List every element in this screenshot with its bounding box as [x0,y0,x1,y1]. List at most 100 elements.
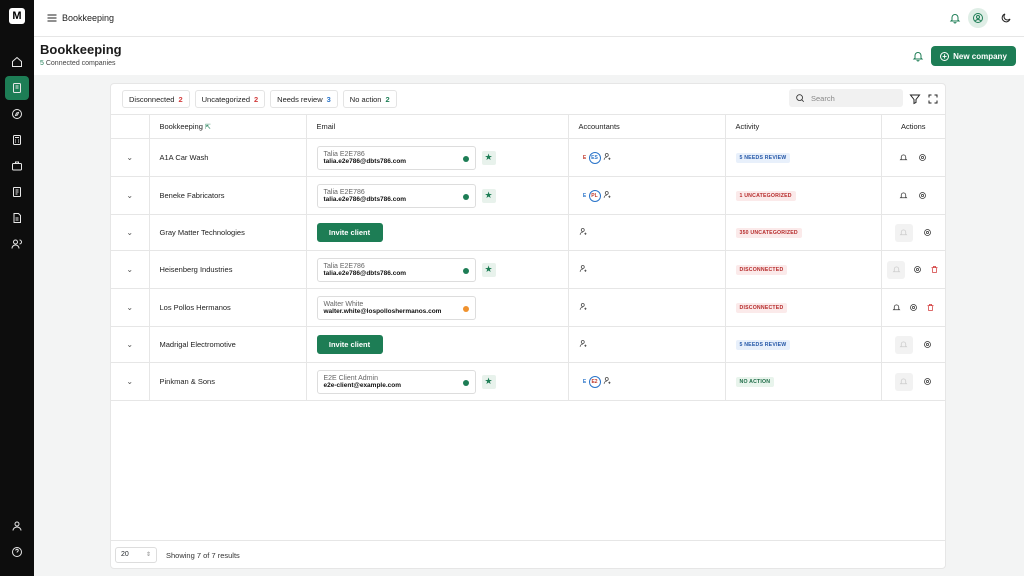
accountant-avatar[interactable]: ES [588,151,601,164]
accountant-avatar[interactable]: E2 [588,375,601,388]
assign-user-icon[interactable] [579,303,588,313]
company-name: Beneke Fabricators [148,176,306,215]
ledger-icon[interactable] [7,182,27,202]
invite-client-button[interactable]: Invite client [316,335,383,354]
table-row[interactable]: ⌄ Gray Matter Technologies Invite client… [111,214,945,251]
activity-badge[interactable]: 1 UNCATEGORIZED [735,191,796,201]
column-header-actions: Actions [880,114,945,139]
assign-user-icon[interactable] [603,190,612,201]
expand-chevron-icon[interactable]: ⌄ [111,250,149,289]
status-dot [462,379,469,386]
fullscreen-expand-icon[interactable] [927,92,939,104]
top-bar: Bookkeeping [34,0,1024,37]
page-size-select[interactable]: 20 ⇕ [115,547,157,563]
assign-user-icon[interactable] [603,152,612,163]
bell-icon[interactable] [899,191,908,200]
user-account-icon[interactable] [968,8,988,28]
home-icon[interactable] [7,52,27,72]
assign-user-icon[interactable] [603,376,612,387]
calculator-icon[interactable] [7,130,27,150]
accountant-avatar[interactable]: PL [588,189,601,202]
assign-user-icon[interactable] [579,228,588,238]
expand-chevron-icon[interactable]: ⌄ [111,176,149,215]
briefcase-icon[interactable] [7,156,27,176]
results-count: Showing 7 of 7 results [166,551,240,560]
connected-label: Connected companies [45,60,116,67]
profile-icon[interactable] [7,516,27,536]
settings-gear-icon[interactable] [923,377,932,386]
star-icon[interactable]: ★ [481,374,496,389]
table-footer: 20 ⇕ Showing 7 of 7 results [111,540,945,570]
client-email-box[interactable]: Talia E2E786 talia.e2e786@dbts786.com [316,257,476,282]
filter-funnel-icon[interactable] [909,92,921,105]
activity-badge[interactable]: 350 UNCATEGORIZED [735,228,802,238]
filter-chip-no-action[interactable]: No action 2 [342,90,397,108]
search-input[interactable]: Search [789,89,903,107]
alerts-bell-icon[interactable] [912,50,924,62]
settings-gear-icon[interactable] [913,265,922,274]
assign-user-icon[interactable] [579,265,588,275]
expand-chevron-icon[interactable]: ⌄ [111,362,149,401]
expand-chevron-icon[interactable]: ⌄ [111,288,149,327]
table-row[interactable]: ⌄ Pinkman & Sons E2E Client Admin e2e-cli… [111,362,945,401]
table-row[interactable]: ⌄ Los Pollos Hermanos Walter White walter… [111,288,945,327]
company-name: Gray Matter Technologies [148,214,306,251]
table-row[interactable]: ⌄ Heisenberg Industries Talia E2E786 tali… [111,250,945,289]
bell-disabled-icon [894,372,913,391]
activity-badge[interactable]: 5 NEEDS REVIEW [735,340,791,350]
expand-column-header [111,114,149,139]
column-header-bookkeeping[interactable]: Bookkeeping ⇱ [148,114,306,139]
users-icon[interactable] [7,234,27,254]
activity-badge[interactable]: 5 NEEDS REVIEW [735,153,791,163]
table-row[interactable]: ⌄ Madrigal Electromotive Invite client 5… [111,326,945,363]
expand-chevron-icon[interactable]: ⌄ [111,138,149,177]
app-logo[interactable]: M [9,8,25,24]
settings-gear-icon[interactable] [923,340,932,349]
bell-icon[interactable] [899,153,908,162]
settings-gear-icon[interactable] [918,191,927,200]
settings-gear-icon[interactable] [923,228,932,237]
notifications-bell-icon[interactable] [945,8,965,28]
filter-chip-count: 2 [178,94,183,104]
new-company-button[interactable]: + New company [931,46,1016,66]
email-cell: Talia E2E786 talia.e2e786@dbts786.com ★ [305,138,568,177]
filter-chip-label: Uncategorized [201,94,250,104]
bookkeeping-nav-icon[interactable] [5,76,29,100]
select-caret-icon: ⇕ [145,552,151,558]
invite-client-button[interactable]: Invite client [316,223,383,242]
expand-chevron-icon[interactable]: ⌄ [111,326,149,363]
export-link-icon[interactable]: ⇱ [205,124,211,131]
client-email-box[interactable]: Talia E2E786 talia.e2e786@dbts786.com [316,145,476,170]
client-email-box[interactable]: Walter White walter.white@lospollosherman… [316,295,476,320]
activity-badge[interactable]: NO ACTION [735,377,775,387]
hamburger-menu-icon[interactable] [46,12,58,24]
filter-chip-needs-review[interactable]: Needs review 3 [270,90,338,108]
expand-chevron-icon[interactable]: ⌄ [111,214,149,251]
activity-badge[interactable]: DISCONNECTED [735,303,788,313]
client-email-box[interactable]: E2E Client Admin e2e-client@example.com [316,369,476,394]
help-icon[interactable] [7,542,27,562]
bell-disabled-icon [894,223,913,242]
table-row[interactable]: ⌄ A1A Car Wash Talia E2E786 talia.e2e786@… [111,138,945,177]
actions-cell [880,288,945,327]
table-row[interactable]: ⌄ Beneke Fabricators Talia E2E786 talia.e… [111,176,945,215]
filter-chip-disconnected[interactable]: Disconnected 2 [122,90,190,108]
activity-badge[interactable]: DISCONNECTED [735,265,788,275]
search-icon [796,94,805,103]
dark-mode-moon-icon[interactable] [996,8,1016,28]
settings-gear-icon[interactable] [918,153,927,162]
star-icon[interactable]: ★ [481,188,496,203]
document-icon[interactable] [7,208,27,228]
accountants-cell [567,214,725,251]
assign-user-icon[interactable] [579,340,588,350]
bell-icon[interactable] [892,303,901,312]
client-email-box[interactable]: Talia E2E786 talia.e2e786@dbts786.com [316,183,476,208]
star-icon[interactable]: ★ [481,150,496,165]
trash-icon[interactable] [926,303,935,312]
star-icon[interactable]: ★ [481,262,496,277]
trash-icon[interactable] [930,265,939,274]
page-header: Bookkeeping 5 Connected companies + New c… [34,37,1024,75]
settings-gear-icon[interactable] [909,303,918,312]
compass-icon[interactable] [7,104,27,124]
filter-chip-uncategorized[interactable]: Uncategorized 2 [194,90,266,108]
